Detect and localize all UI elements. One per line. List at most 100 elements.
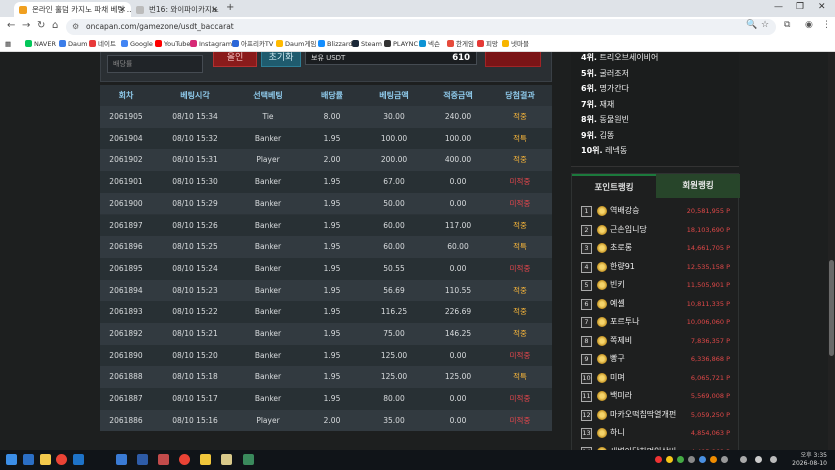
- bet-submit-button[interactable]: [485, 52, 541, 67]
- close-tab-icon[interactable]: ✕: [119, 2, 126, 17]
- top-rank-position: 7위.: [581, 99, 597, 109]
- volume-icon[interactable]: [755, 456, 762, 463]
- cell-bet-time: 08/10 15:21: [172, 329, 218, 338]
- tray-icon[interactable]: [655, 456, 662, 463]
- app-icon[interactable]: [221, 454, 232, 465]
- browser-tab[interactable]: 번16: 와이파이카지노 ✕: [131, 2, 223, 17]
- forward-icon[interactable]: →: [22, 20, 30, 31]
- scrollbar-thumb[interactable]: [829, 260, 834, 356]
- close-tab-icon[interactable]: ✕: [211, 2, 218, 17]
- cell-win-amount: 226.69: [444, 307, 472, 317]
- tray-icon[interactable]: [710, 456, 717, 463]
- top-rank-position: 5위.: [581, 68, 597, 78]
- zoom-icon[interactable]: 🔍: [746, 20, 757, 30]
- ranking-row[interactable]: 9 빵구 6,336,868 P: [572, 351, 740, 370]
- chrome-active-icon[interactable]: [179, 454, 190, 465]
- bookmark-plaync[interactable]: PLAYNC: [384, 39, 418, 50]
- profile-icon[interactable]: ◉: [805, 20, 813, 30]
- tab-point-ranking[interactable]: 포인트랭킹: [572, 174, 656, 198]
- bookmark-nexon[interactable]: 넥슨: [419, 39, 440, 50]
- reload-icon[interactable]: ↻: [37, 20, 45, 31]
- app-icon[interactable]: [243, 454, 254, 465]
- table-row: 2061901 08/10 15:30 Banker 1.95 67.00 0.00 미적중: [100, 171, 552, 193]
- bookmark-blizzard[interactable]: Blizzard: [318, 39, 353, 50]
- bookmark-google[interactable]: Google: [121, 39, 153, 50]
- tray-icon[interactable]: [688, 456, 695, 463]
- app-icon[interactable]: [116, 454, 127, 465]
- clock[interactable]: 오후 3:35 2026-08-10: [792, 452, 827, 468]
- file-explorer-icon[interactable]: [40, 454, 51, 465]
- top-rank-item[interactable]: 5위. 굴러조저: [581, 68, 629, 79]
- app-icon[interactable]: [158, 454, 169, 465]
- ranking-row[interactable]: 7 포르투나 10,006,060 P: [572, 314, 740, 333]
- tray-icon[interactable]: [677, 456, 684, 463]
- bookmark-daumgame[interactable]: Daum게임: [276, 39, 316, 50]
- cell-round: 2061904: [109, 133, 143, 143]
- home-icon[interactable]: ⌂: [52, 20, 58, 31]
- ranking-row[interactable]: 12 마카오떡칩딱열개펀 5,059,250 P: [572, 407, 740, 426]
- back-icon[interactable]: ←: [7, 20, 15, 31]
- lang-icon[interactable]: [770, 456, 777, 463]
- cell-result: 적중: [513, 112, 527, 121]
- maximize-icon[interactable]: ❐: [796, 2, 804, 12]
- page-scrollbar[interactable]: [828, 52, 835, 450]
- ranking-row[interactable]: 3 초로롱 14,661,705 P: [572, 240, 740, 259]
- bookmark-pmang[interactable]: 피망: [477, 39, 498, 50]
- top-rank-item[interactable]: 6위. 명가간다: [581, 83, 629, 94]
- tab-member-ranking[interactable]: 회원랭킹: [656, 174, 740, 198]
- menu-icon[interactable]: ⋮: [822, 20, 831, 30]
- ranking-row[interactable]: 2 근손입니당 18,103,690 P: [572, 222, 740, 241]
- tray-icon[interactable]: [699, 456, 706, 463]
- network-icon[interactable]: [740, 456, 747, 463]
- medal-icon: [597, 372, 607, 383]
- site-info-icon[interactable]: ⚙: [72, 19, 79, 35]
- chrome-icon[interactable]: [56, 454, 67, 465]
- top-rank-item[interactable]: 10위. 레넥동: [581, 145, 627, 156]
- bookmark-steam[interactable]: Steam: [352, 39, 382, 50]
- cell-selection: Banker: [254, 329, 282, 338]
- ranking-row[interactable]: 4 한량91 12,535,158 P: [572, 259, 740, 278]
- top-rank-item[interactable]: 7위. 재재: [581, 99, 614, 110]
- apps-icon[interactable]: ▦: [5, 39, 11, 50]
- top-rank-item[interactable]: 4위. 트리오브세이비어: [581, 52, 658, 63]
- bet-amount-input[interactable]: 배당률: [107, 55, 203, 73]
- all-in-button[interactable]: 올인: [213, 52, 257, 67]
- top-rank-item[interactable]: 8위. 동물원빈: [581, 114, 629, 125]
- bookmark-naver[interactable]: NAVER: [25, 39, 56, 50]
- bookmark-star-icon[interactable]: ☆: [761, 20, 769, 30]
- cell-result: 적특: [513, 133, 527, 143]
- ranking-row[interactable]: 8 쪽제비 7,836,357 P: [572, 333, 740, 352]
- top-rank-item[interactable]: 9위. 김똥: [581, 130, 614, 141]
- cell-result: 미적중: [509, 415, 531, 425]
- bookmark-hangame[interactable]: 한게임: [447, 39, 474, 50]
- ranking-row[interactable]: 1 역배강승 20,581,955 P: [572, 203, 740, 222]
- start-icon[interactable]: [6, 454, 17, 465]
- ranking-row[interactable]: 11 백미라 5,569,008 P: [572, 388, 740, 407]
- bookmark-afreecatv[interactable]: 아프리카TV: [232, 39, 273, 50]
- new-tab-icon[interactable]: +: [226, 2, 234, 13]
- cell-odds: 8.00: [323, 112, 341, 121]
- address-bar[interactable]: ⚙ oncapan.com/gamezone/usdt_baccarat: [66, 19, 776, 35]
- tray-icon[interactable]: [721, 456, 728, 463]
- ranking-row[interactable]: 5 빈키 11,505,901 P: [572, 277, 740, 296]
- bookmark-nate[interactable]: 네이트: [89, 39, 116, 50]
- ranking-row[interactable]: 10 미며 6,065,721 P: [572, 370, 740, 389]
- ranking-row[interactable]: 13 하니 4,854,063 P: [572, 425, 740, 444]
- taskview-icon[interactable]: [23, 454, 34, 465]
- close-window-icon[interactable]: ✕: [818, 2, 826, 12]
- table-row: 2061887 08/10 15:17 Banker 1.95 80.00 0.00 미적중: [100, 388, 552, 410]
- bookmark-instagram[interactable]: Instagram: [190, 39, 232, 50]
- kakaotalk-icon[interactable]: [200, 454, 211, 465]
- bookmark-youtube[interactable]: YouTube: [155, 39, 190, 50]
- ranking-row[interactable]: 6 예셸 10,811,335 P: [572, 296, 740, 315]
- edge-icon[interactable]: [73, 454, 84, 465]
- tray-icon[interactable]: [666, 456, 673, 463]
- word-icon[interactable]: [137, 454, 148, 465]
- extensions-icon[interactable]: ⧉: [784, 20, 790, 30]
- browser-tab-active[interactable]: 온라인 홀덤 카지노 파채 베팅 ... ✕: [14, 2, 131, 17]
- bookmark-netmarble[interactable]: 넷마블: [502, 39, 529, 50]
- reset-button[interactable]: 초기화: [261, 52, 301, 67]
- minimize-icon[interactable]: —: [774, 2, 783, 12]
- bookmark-daum[interactable]: Daum: [59, 39, 87, 50]
- cell-bet-amount: 125.00: [380, 372, 408, 382]
